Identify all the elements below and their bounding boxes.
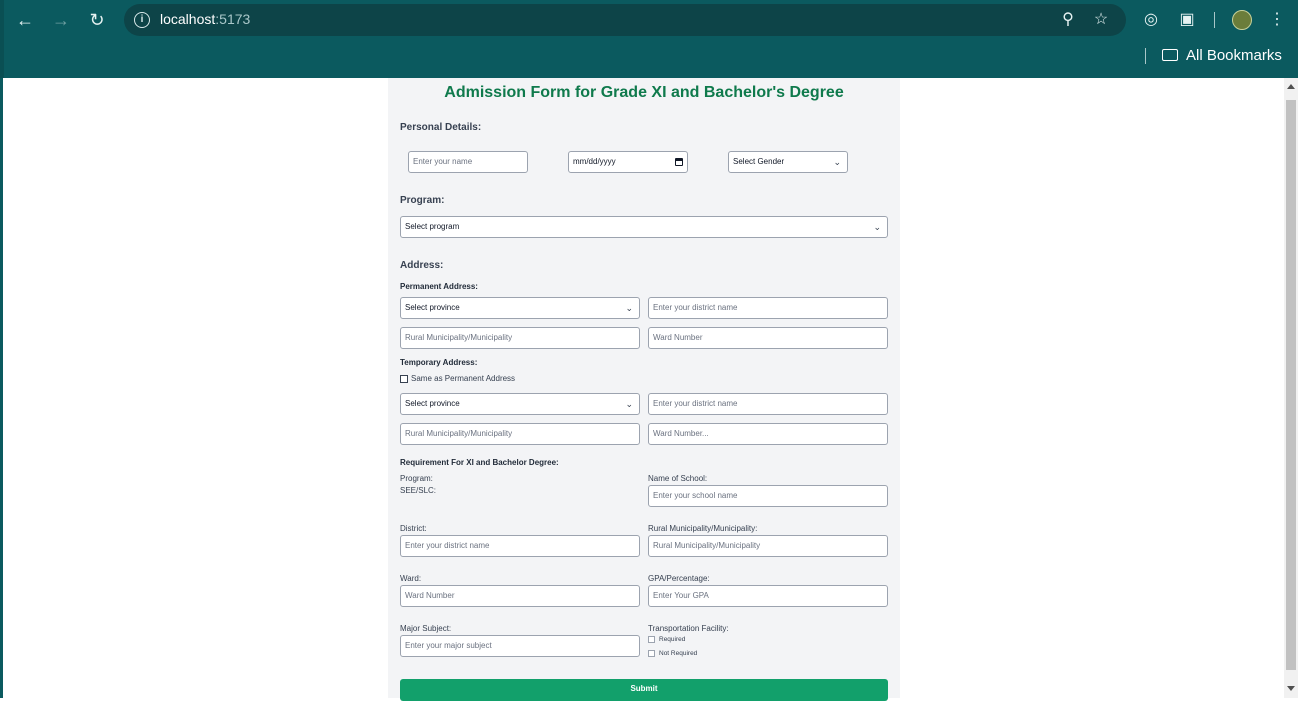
temporary-province-value: Select province	[405, 399, 460, 408]
all-bookmarks-label: All Bookmarks	[1186, 47, 1282, 64]
folder-icon	[1162, 49, 1178, 61]
url-text[interactable]: localhost:5173	[160, 11, 250, 27]
extensions-puzzle-icon[interactable]: ▣	[1176, 9, 1198, 31]
program-heading: Program:	[400, 195, 445, 206]
window-edge	[0, 0, 4, 78]
site-info-icon[interactable]: i	[134, 12, 150, 28]
requirement-heading: Requirement For XI and Bachelor Degree:	[400, 458, 559, 467]
window-edge-strip	[0, 78, 3, 698]
reload-icon[interactable]: ↻	[85, 8, 109, 32]
permanent-province-value: Select province	[405, 303, 460, 312]
school-label: Name of School:	[648, 474, 708, 483]
page-viewport: Admission Form for Grade XI and Bachelor…	[0, 78, 1298, 701]
requirement-municipality-input[interactable]: Rural Municipality/Municipality	[648, 535, 888, 557]
transportation-label: Transportation Facility:	[648, 624, 729, 633]
gender-value: Select Gender	[733, 157, 785, 166]
temporary-province-select[interactable]: Select province ⌄	[400, 393, 640, 415]
forward-arrow-icon[interactable]: →	[49, 8, 73, 32]
profile-avatar[interactable]	[1232, 10, 1252, 30]
requirement-program-value: SEE/SLC:	[400, 486, 437, 495]
transport-not-required-checkbox[interactable]	[648, 650, 655, 657]
menu-kebab-icon[interactable]: ⋮	[1266, 9, 1288, 31]
same-as-permanent-label: Same as Permanent Address	[411, 374, 516, 383]
dob-value: mm/dd/yyyy	[573, 157, 616, 166]
toolbar-separator	[1214, 12, 1215, 28]
dob-input[interactable]: mm/dd/yyyy	[568, 151, 688, 173]
scroll-down-arrow-icon[interactable]	[1287, 686, 1295, 691]
chevron-down-icon: ⌄	[873, 222, 881, 232]
scroll-up-arrow-icon[interactable]	[1287, 84, 1295, 89]
temporary-ward-input[interactable]: Ward Number...	[648, 423, 888, 445]
municipality-label: Rural Municipality/Municipality:	[648, 524, 758, 533]
permanent-address-heading: Permanent Address:	[400, 282, 478, 291]
major-subject-label: Major Subject:	[400, 624, 452, 633]
temporary-address-heading: Temporary Address:	[400, 358, 478, 367]
zoom-icon[interactable]: ⚲	[1058, 10, 1078, 30]
all-bookmarks-button[interactable]: All Bookmarks	[1162, 47, 1282, 67]
url-port: :5173	[215, 11, 251, 27]
requirement-program-label: Program:	[400, 474, 433, 483]
district-label: District:	[400, 524, 427, 533]
bookmark-star-icon[interactable]: ☆	[1091, 10, 1111, 30]
personal-details-heading: Personal Details:	[400, 122, 482, 133]
address-bar[interactable]: i localhost:5173 ⚲ ☆	[124, 4, 1126, 36]
permanent-ward-input[interactable]: Ward Number	[648, 327, 888, 349]
scrollbar-thumb[interactable]	[1286, 100, 1296, 670]
chevron-down-icon: ⌄	[833, 157, 841, 167]
requirement-district-input[interactable]: Enter your district name	[400, 535, 640, 557]
gpa-input[interactable]: Enter Your GPA	[648, 585, 888, 607]
chevron-down-icon: ⌄	[625, 303, 633, 313]
transport-required-checkbox[interactable]	[648, 636, 655, 643]
form-title: Admission Form for Grade XI and Bachelor…	[444, 84, 844, 101]
chevron-down-icon: ⌄	[625, 399, 633, 409]
transport-required-label: Required	[659, 636, 686, 643]
temporary-district-input[interactable]: Enter your district name	[648, 393, 888, 415]
gpa-label: GPA/Percentage:	[648, 574, 710, 583]
browser-toolbar: ← → ↻ i localhost:5173 ⚲ ☆ ◎ ▣ ⋮ All Boo…	[0, 0, 1298, 78]
back-arrow-icon[interactable]: ←	[13, 8, 37, 32]
major-subject-input[interactable]: Enter your major subject	[400, 635, 640, 657]
temporary-municipality-input[interactable]: Rural Municipality/Municipality	[400, 423, 640, 445]
same-as-permanent-checkbox[interactable]	[400, 375, 408, 383]
program-select[interactable]: Select program ⌄	[400, 216, 888, 238]
permanent-district-input[interactable]: Enter your district name	[648, 297, 888, 319]
calendar-icon[interactable]	[675, 158, 683, 166]
program-value: Select program	[405, 222, 460, 231]
extension-target-icon[interactable]: ◎	[1140, 9, 1162, 31]
address-heading: Address:	[400, 260, 444, 271]
permanent-municipality-input[interactable]: Rural Municipality/Municipality	[400, 327, 640, 349]
requirement-ward-input[interactable]: Ward Number	[400, 585, 640, 607]
gender-select[interactable]: Select Gender ⌄	[728, 151, 848, 173]
admission-form: Admission Form for Grade XI and Bachelor…	[388, 78, 900, 701]
school-name-input[interactable]: Enter your school name	[648, 485, 888, 507]
name-input[interactable]: Enter your name	[408, 151, 528, 173]
page-scrollbar[interactable]	[1284, 78, 1298, 698]
permanent-province-select[interactable]: Select province ⌄	[400, 297, 640, 319]
transport-not-required-label: Not Required	[659, 650, 698, 657]
bookmarks-separator	[1145, 48, 1146, 64]
ward-label: Ward:	[400, 574, 422, 583]
url-host: localhost	[160, 11, 216, 27]
